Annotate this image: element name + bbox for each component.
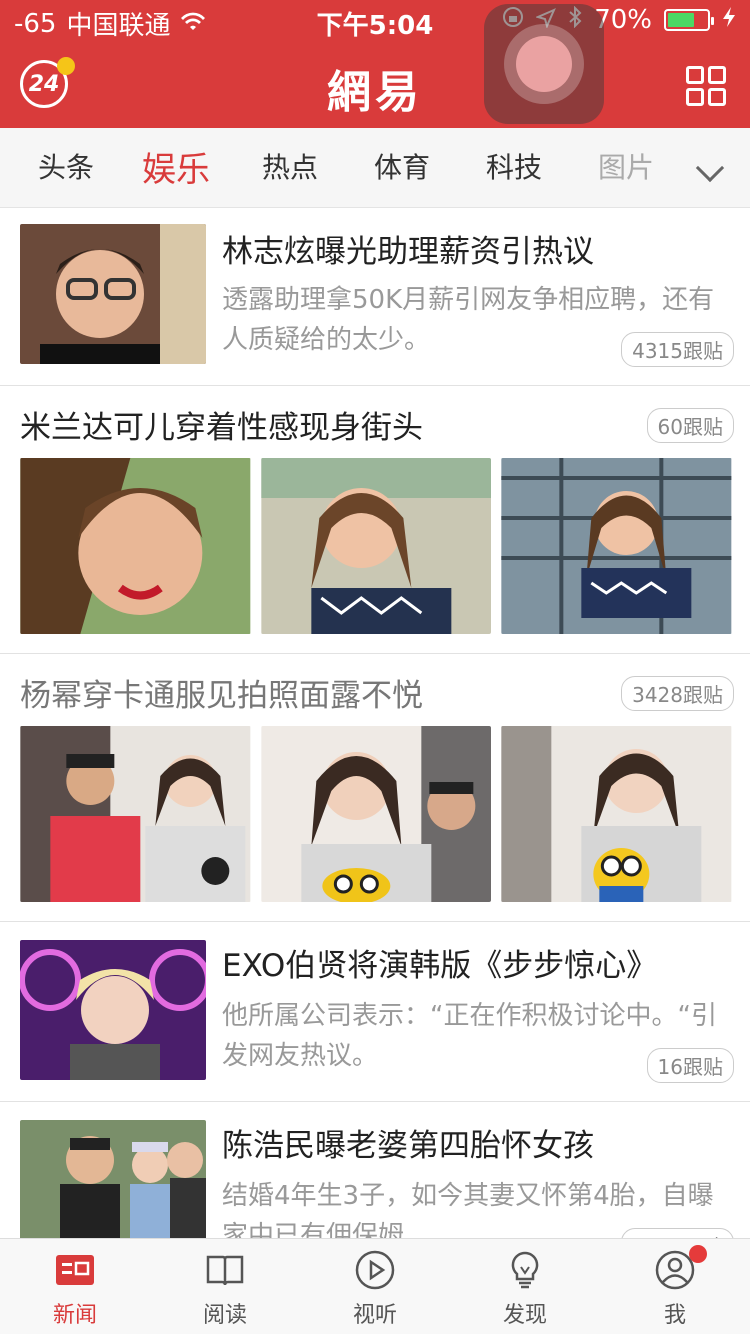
channel-tabs: 头条 娱乐 热点 体育 科技 图片 bbox=[0, 128, 750, 208]
news-item[interactable]: 陈浩民曝老婆第四胎怀女孩 结婚4年生3子，如今其妻又怀第4胎，自曝家中已有佣保姆… bbox=[0, 1102, 750, 1238]
tab-headlines[interactable]: 头条 bbox=[38, 146, 94, 186]
tab-hot[interactable]: 热点 bbox=[262, 146, 318, 186]
nav-me[interactable]: 我 bbox=[600, 1239, 750, 1334]
news-title: EXO伯贤将演韩版《步步惊心》 bbox=[222, 948, 658, 984]
tab-sports[interactable]: 体育 bbox=[374, 146, 430, 186]
news-thumbnail bbox=[20, 224, 206, 364]
tab-tech[interactable]: 科技 bbox=[486, 146, 542, 186]
nav-discover[interactable]: 发现 bbox=[450, 1239, 600, 1334]
comment-count: 16跟贴 bbox=[646, 1048, 734, 1083]
gallery-title: 米兰达可儿穿着性感现身街头 bbox=[20, 410, 423, 446]
gallery-photo bbox=[261, 458, 492, 634]
gallery-images bbox=[20, 726, 732, 902]
nav-read[interactable]: 阅读 bbox=[150, 1239, 300, 1334]
comment-count: 5005跟贴 bbox=[621, 1228, 734, 1238]
chevron-down-icon[interactable] bbox=[695, 153, 725, 183]
play-icon bbox=[354, 1249, 396, 1291]
gallery-photo bbox=[20, 458, 251, 634]
charging-icon bbox=[722, 5, 736, 35]
news-icon bbox=[54, 1249, 96, 1291]
battery-icon bbox=[664, 9, 714, 31]
tab-entertainment[interactable]: 娱乐 bbox=[142, 142, 210, 191]
nav-news[interactable]: 新闻 bbox=[0, 1239, 150, 1334]
nav-label: 我 bbox=[663, 1303, 686, 1328]
news-title: 陈浩民曝老婆第四胎怀女孩 bbox=[222, 1128, 594, 1164]
news-thumbnail bbox=[20, 940, 206, 1080]
nav-label: 发现 bbox=[502, 1303, 547, 1328]
nav-label: 阅读 bbox=[202, 1303, 247, 1328]
news-title: 林志炫曝光助理薪资引热议 bbox=[222, 234, 594, 270]
news-item[interactable]: EXO伯贤将演韩版《步步惊心》 他所属公司表示：“正在作积极讨论中。“引发网友热… bbox=[0, 922, 750, 1102]
bottom-tab-bar: 新闻 阅读 视听 发现 我 bbox=[0, 1238, 750, 1334]
gallery-photo bbox=[501, 458, 732, 634]
nav-label: 新闻 bbox=[52, 1303, 97, 1328]
top-header: -65 中国联通 下午5:04 70% 24 網易 bbox=[0, 0, 750, 128]
nav-label: 视听 bbox=[352, 1303, 397, 1328]
comment-count: 60跟贴 bbox=[646, 408, 734, 443]
news-thumbnail bbox=[20, 1120, 206, 1238]
bulb-icon bbox=[504, 1249, 546, 1291]
gallery-title: 杨幂穿卡通服见拍照面露不悦 bbox=[20, 678, 423, 714]
news-item[interactable]: 林志炫曝光助理薪资引热议 透露助理拿50K月薪引网友争相应聘，还有人质疑给的太少… bbox=[0, 208, 750, 386]
notification-dot bbox=[689, 1245, 707, 1263]
nav-video[interactable]: 视听 bbox=[300, 1239, 450, 1334]
comment-count: 4315跟贴 bbox=[621, 332, 734, 367]
gallery-item[interactable]: 杨幂穿卡通服见拍照面露不悦 3428跟贴 bbox=[0, 654, 750, 922]
tab-pictures[interactable]: 图片 bbox=[598, 146, 654, 186]
gallery-item[interactable]: 米兰达可儿穿着性感现身街头 60跟贴 bbox=[0, 386, 750, 654]
gallery-images bbox=[20, 458, 732, 634]
status-bar: -65 中国联通 下午5:04 70% bbox=[0, 0, 750, 41]
assistive-touch-button[interactable] bbox=[484, 4, 604, 124]
app-logo: 網易 bbox=[327, 67, 423, 118]
gallery-photo bbox=[501, 726, 732, 902]
book-icon bbox=[204, 1249, 246, 1291]
gallery-photo bbox=[20, 726, 251, 902]
grid-menu-icon[interactable] bbox=[686, 66, 726, 106]
gallery-photo bbox=[261, 726, 492, 902]
comment-count: 3428跟贴 bbox=[621, 676, 734, 711]
